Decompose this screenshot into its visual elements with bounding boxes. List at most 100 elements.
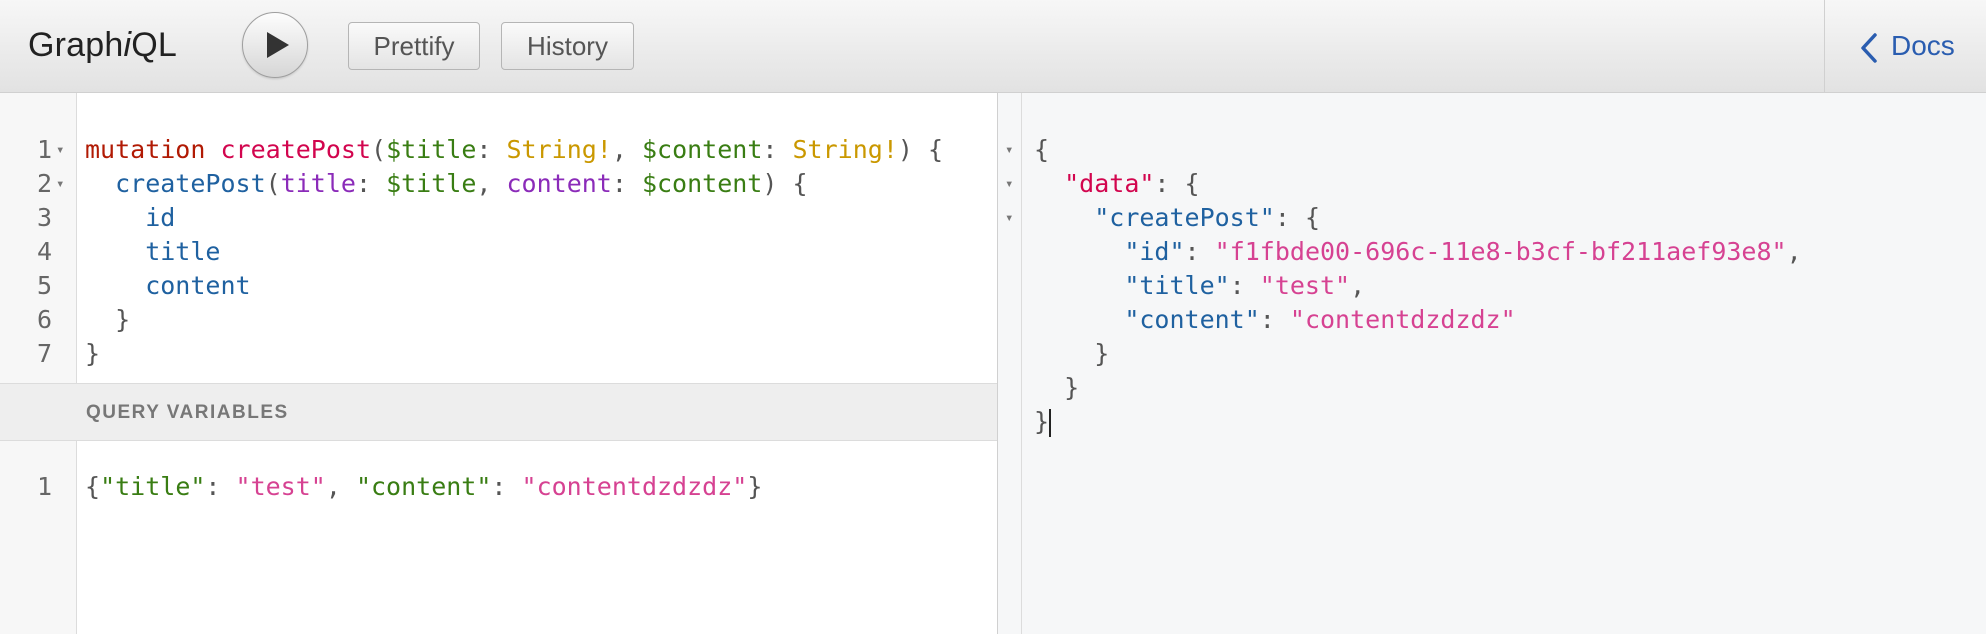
fold-arrow-icon[interactable]: ▾ bbox=[1005, 201, 1013, 235]
code-token: , bbox=[1786, 237, 1802, 266]
line-number: 4 bbox=[36, 237, 52, 266]
execute-query-button[interactable] bbox=[242, 12, 308, 78]
code-line-content: "title": "test", bbox=[1034, 269, 1365, 303]
code-token: $title bbox=[386, 169, 477, 198]
docs-toggle-button[interactable]: Docs bbox=[1824, 0, 1986, 93]
fold-arrow-icon[interactable]: ▾ bbox=[56, 133, 64, 167]
code-token: ) { bbox=[897, 135, 944, 164]
code-token: : bbox=[491, 472, 522, 501]
code-token: String bbox=[792, 135, 883, 164]
code-token: } bbox=[1034, 407, 1050, 436]
code-line-content: "data": { bbox=[1034, 167, 1200, 201]
code-token: "content" bbox=[1124, 305, 1260, 334]
code-token: , bbox=[611, 135, 642, 164]
query-line: 5 content bbox=[0, 269, 997, 303]
code-line-content: } bbox=[1034, 405, 1052, 439]
code-line-content: title bbox=[85, 235, 220, 269]
code-token: "f1fbde00-696c-11e8-b3cf-bf211aef93e8" bbox=[1214, 237, 1787, 266]
result-line: "content": "contentdzdzdz" bbox=[998, 303, 1986, 337]
graphiql-logo: GraphiQL bbox=[28, 26, 177, 65]
code-token: "test" bbox=[235, 472, 326, 501]
code-token: mutation bbox=[85, 135, 206, 164]
code-token: , bbox=[325, 472, 356, 501]
code-token: createPost bbox=[85, 169, 266, 198]
code-token: : bbox=[476, 135, 507, 164]
query-variables-header[interactable]: QUERY VARIABLES bbox=[0, 383, 997, 441]
result-line: } bbox=[998, 371, 1986, 405]
code-token: : bbox=[762, 135, 793, 164]
result-line: } bbox=[998, 405, 1986, 439]
code-token: ! bbox=[882, 135, 898, 164]
code-line-content: id bbox=[85, 201, 175, 235]
play-icon bbox=[266, 32, 289, 58]
code-line-content: } bbox=[1034, 337, 1109, 371]
code-token: } bbox=[85, 305, 131, 334]
code-token: "contentdzdzdz" bbox=[1289, 305, 1516, 334]
code-token: createPost bbox=[220, 135, 371, 164]
fold-arrow-icon[interactable]: ▾ bbox=[1005, 133, 1013, 167]
code-token: id bbox=[85, 203, 176, 232]
code-token: } bbox=[1034, 373, 1080, 402]
query-variables-label: QUERY VARIABLES bbox=[86, 402, 289, 423]
toolbar: GraphiQL Prettify History bbox=[0, 0, 1824, 93]
code-line-content: } bbox=[85, 337, 100, 371]
query-line: 6 } bbox=[0, 303, 997, 337]
code-token: "test" bbox=[1259, 271, 1351, 300]
result-pane: ▾{▾ "data": {▾ "createPost": { "id": "f1… bbox=[998, 93, 1986, 634]
history-button[interactable]: History bbox=[501, 22, 634, 70]
code-token: } bbox=[747, 472, 763, 501]
code-token: : bbox=[355, 169, 387, 198]
code-token: } bbox=[1034, 339, 1110, 368]
line-number: 1 bbox=[36, 135, 52, 164]
line-number: 6 bbox=[36, 305, 52, 334]
code-token: : bbox=[1259, 305, 1290, 334]
code-token: title bbox=[85, 237, 221, 266]
code-token: "contentdzdzdz" bbox=[521, 472, 748, 501]
fold-arrow-icon[interactable]: ▾ bbox=[1005, 167, 1013, 201]
code-line-content: } bbox=[1034, 371, 1079, 405]
code-token: : { bbox=[1274, 203, 1320, 232]
code-token: "createPost" bbox=[1094, 203, 1275, 232]
code-token: "title" bbox=[1124, 271, 1230, 300]
line-number: 7 bbox=[36, 339, 52, 368]
line-number: 5 bbox=[36, 271, 52, 300]
code-line-content: "id": "f1fbde00-696c-11e8-b3cf-bf211aef9… bbox=[1034, 235, 1802, 269]
fold-arrow-icon[interactable]: ▾ bbox=[56, 167, 64, 201]
code-token: { bbox=[1034, 135, 1050, 164]
line-number: 1 bbox=[36, 472, 52, 501]
prettify-button[interactable]: Prettify bbox=[348, 22, 480, 70]
code-token: } bbox=[85, 339, 101, 368]
query-line: 2 ▾ createPost(title: $title, content: $c… bbox=[0, 167, 997, 201]
query-pane: 1 ▾ mutation createPost($title: String!, $… bbox=[0, 93, 997, 634]
line-number: 3 bbox=[36, 203, 52, 232]
variables-editor-area: 1 {"title": "test", "content": "contentdz… bbox=[0, 441, 997, 634]
code-line-content: mutation createPost($title: String!, $co… bbox=[85, 133, 943, 167]
code-token: ! bbox=[596, 135, 612, 164]
code-line-content: "content": "contentdzdzdz" bbox=[1034, 303, 1516, 337]
code-line-content: createPost(title: $title, content: $cont… bbox=[85, 167, 808, 201]
code-token: : { bbox=[1154, 169, 1200, 198]
code-token: : bbox=[205, 472, 236, 501]
result-line: "title": "test", bbox=[998, 269, 1986, 303]
code-token: $content bbox=[641, 169, 763, 198]
result-line: } bbox=[998, 337, 1986, 371]
code-token: ) { bbox=[762, 169, 808, 198]
code-token: $content bbox=[641, 135, 763, 164]
code-token: String bbox=[506, 135, 597, 164]
query-line: 4 title bbox=[0, 235, 997, 269]
code-token: , bbox=[476, 169, 507, 198]
docs-label: Docs bbox=[1891, 30, 1955, 61]
result-line: ▾ "data": { bbox=[998, 167, 1986, 201]
code-token: title bbox=[280, 169, 356, 198]
code-token: { bbox=[85, 472, 101, 501]
result-line: ▾ "createPost": { bbox=[998, 201, 1986, 235]
chevron-left-icon bbox=[1861, 33, 1877, 63]
code-token: "data" bbox=[1064, 169, 1155, 198]
code-token: : bbox=[1229, 271, 1260, 300]
